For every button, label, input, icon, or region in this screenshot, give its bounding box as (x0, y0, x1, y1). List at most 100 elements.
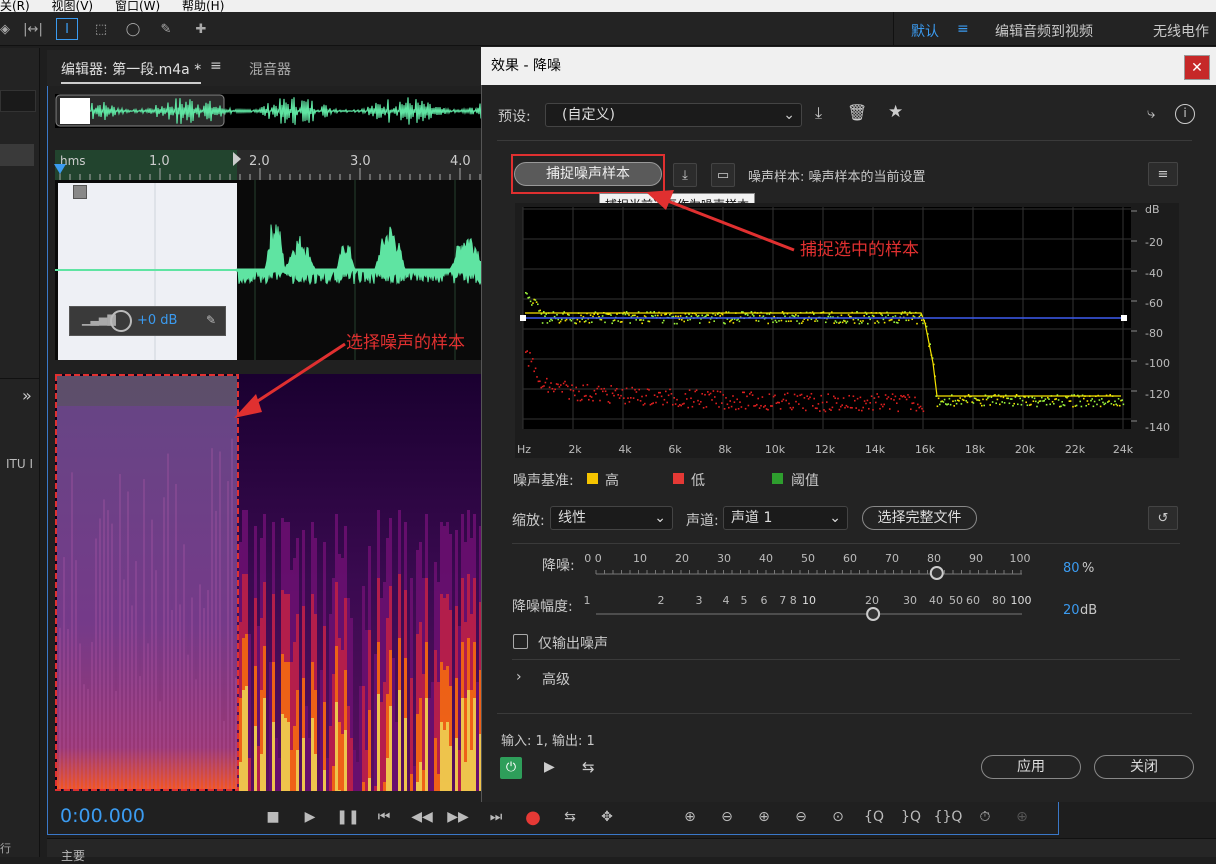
graph-y-label-80: -80 (1145, 327, 1163, 340)
stop-icon[interactable]: ■ (262, 806, 284, 828)
reduce-by-slider[interactable]: 1 2 3 4 5 6 7 8 10 20 30 40 50 60 80 100 (584, 592, 1034, 626)
zoom-in-amplitude-icon[interactable]: ⊕ (679, 806, 701, 828)
preset-dropdown[interactable]: (自定义) ⌄ (545, 103, 802, 127)
pin-icon[interactable]: ✎ (206, 313, 216, 327)
legend-swatch-high (587, 473, 598, 484)
overview-waveform[interactable] (55, 94, 486, 128)
healing-tool-icon[interactable]: ✚ (190, 18, 212, 40)
tab-mixer[interactable]: 混音器 (249, 59, 291, 79)
fast-forward-icon[interactable]: ▶▶ (447, 806, 469, 828)
favorite-star-icon[interactable]: ★ (888, 102, 903, 122)
select-full-file-button[interactable]: 选择完整文件 (862, 506, 977, 530)
curve-point-right[interactable] (1121, 315, 1127, 321)
move-tool-icon[interactable]: ◈ (0, 18, 16, 40)
workspace-tab-default[interactable]: 默认 (911, 21, 939, 41)
track-corner-icon[interactable] (73, 185, 87, 199)
graph-x-label-2k: 2k (568, 443, 582, 456)
left-panel-field[interactable] (0, 90, 36, 112)
menu-item-effects[interactable]: 关(R) (0, 0, 30, 12)
menu-item-help[interactable]: 帮助(H) (182, 0, 224, 12)
playhead-icon[interactable] (54, 164, 66, 174)
reduce-by-slider-track (596, 607, 1022, 621)
preset-label: 预设: (498, 109, 531, 125)
reduction-slider[interactable]: 0 0 10 20 30 40 50 60 70 80 90 100 (584, 550, 1034, 584)
delete-preset-icon[interactable]: 🗑 (847, 103, 867, 122)
play-icon[interactable]: ▶ (299, 806, 321, 828)
workspace-menu-icon[interactable]: ≡ (957, 21, 969, 37)
scale-dropdown[interactable]: 线性 ⌄ (550, 506, 673, 530)
workspace-tab-edit-audio-to-video[interactable]: 编辑音频到视频 (995, 21, 1093, 41)
ruler-label-1: 1.0 (149, 154, 170, 169)
bottom-panel: 主要 (47, 838, 1216, 863)
editor-tabs: 编辑器: 第一段.m4a * ≡ 混音器 (47, 50, 487, 86)
panel-menu-icon[interactable]: ≡ (1148, 162, 1178, 186)
info-icon[interactable]: i (1175, 104, 1195, 124)
gain-value[interactable]: +0 dB (137, 313, 177, 328)
close-button[interactable]: 关闭 (1094, 755, 1194, 779)
left-panel-bottom-label: 行 (0, 842, 11, 855)
curve-point-left[interactable] (520, 315, 526, 321)
channel-label: 声道: (686, 513, 719, 529)
legend-title: 噪声基准: (513, 473, 574, 489)
menu-item-window[interactable]: 窗口(W) (115, 0, 160, 12)
record-icon[interactable]: ● (522, 806, 544, 828)
reduce-by-value[interactable]: 20 (1063, 603, 1080, 618)
skip-start-icon[interactable]: ⏮ (373, 806, 395, 828)
workspace-tab-radio[interactable]: 无线电作 (1153, 21, 1209, 41)
left-panel-selected-row[interactable] (0, 144, 34, 166)
tab-editor[interactable]: 编辑器: 第一段.m4a * (61, 59, 202, 84)
ruler-label-3: 3.0 (350, 154, 371, 169)
tab-menu-icon[interactable]: ≡ (210, 58, 222, 74)
apply-button[interactable]: 应用 (981, 755, 1081, 779)
marquee-tool-icon[interactable]: ⬚ (90, 18, 112, 40)
power-toggle-icon[interactable]: ⏻ (500, 757, 522, 779)
time-selection-tool-icon[interactable]: I (56, 18, 78, 40)
slip-tool-icon[interactable]: |↔| (22, 18, 44, 40)
preview-loop-icon[interactable]: ⇆ (582, 758, 595, 776)
annotation-arrow-capture (646, 190, 795, 252)
chevron-down-icon: ⌄ (829, 510, 841, 526)
zoom-selection-icon[interactable]: {}Q (934, 806, 963, 828)
zoom-in-time-icon[interactable]: ⊕ (753, 806, 775, 828)
annotation-arrow-select (234, 342, 346, 418)
zoom-in-point-icon[interactable]: {Q (863, 806, 885, 828)
reduction-value[interactable]: 80 (1063, 561, 1080, 576)
graph-y-label-db: dB (1145, 203, 1160, 216)
zoom-disabled-icon: ⊕ (1016, 809, 1028, 825)
expand-panel-icon[interactable]: » (22, 386, 32, 405)
dialog-close-icon[interactable]: ✕ (1184, 55, 1210, 80)
zoom-out-point-icon[interactable]: }Q (900, 806, 922, 828)
loop-icon[interactable]: ⇆ (559, 806, 581, 828)
channel-dropdown[interactable]: 声道 1 ⌄ (723, 506, 848, 530)
legend-swatch-low (673, 473, 684, 484)
save-preset-icon[interactable]: ⤓ (815, 103, 822, 123)
selection-end-handle-icon[interactable] (233, 152, 241, 166)
output-noise-only-checkbox[interactable] (513, 634, 528, 649)
legend-label-high: 高 (605, 473, 619, 489)
zoom-out-amplitude-icon[interactable]: ⊖ (716, 806, 738, 828)
gain-knob[interactable] (110, 310, 132, 332)
zoom-time-icon[interactable]: ⏱ (974, 806, 996, 828)
skip-end-icon[interactable]: ⏭ (485, 806, 507, 828)
zoom-full-icon[interactable]: ⊙ (827, 806, 849, 828)
timeline-ruler[interactable]: hms 1.0 2.0 3.0 4.0 (54, 150, 485, 180)
scale-label: 缩放: (512, 513, 545, 529)
graph-x-label-10k: 10k (764, 443, 786, 456)
graph-x-label-6k: 6k (668, 443, 682, 456)
menu-item-view[interactable]: 视图(V) (52, 0, 94, 12)
rewind-icon[interactable]: ◀◀ (411, 806, 433, 828)
brush-tool-icon[interactable]: ✎ (155, 18, 177, 40)
lasso-tool-icon[interactable]: ◯ (122, 18, 144, 40)
reset-icon[interactable]: ↺ (1148, 506, 1178, 530)
graph-y-label-140: -140 (1145, 421, 1170, 434)
routing-icon[interactable]: ⤷ (1147, 104, 1155, 122)
skip-selection-icon[interactable]: ✥ (596, 806, 618, 828)
chevron-right-icon[interactable]: › (516, 669, 522, 685)
preview-play-icon[interactable]: ▶ (544, 759, 555, 775)
zoom-out-time-icon[interactable]: ⊖ (790, 806, 812, 828)
spectrogram[interactable] (55, 374, 485, 794)
pause-icon[interactable]: ❚❚ (336, 806, 359, 828)
reduce-by-slider-thumb (866, 607, 881, 621)
graph-x-label-hz: Hz (516, 443, 532, 456)
advanced-section[interactable]: 高级 (542, 669, 570, 689)
